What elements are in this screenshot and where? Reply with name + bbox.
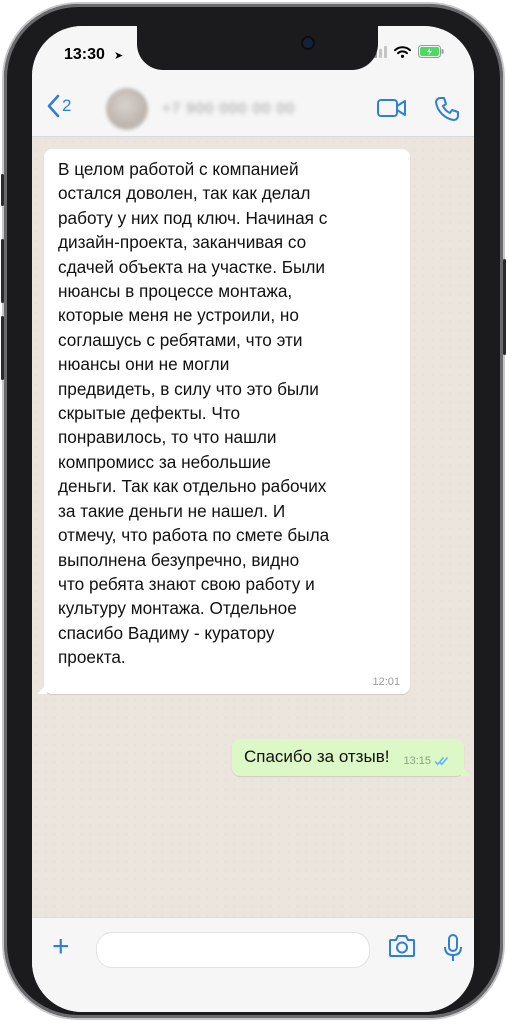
back-chevron-icon: [47, 94, 60, 118]
outgoing-message-text: Спасибо за отзыв!: [244, 747, 390, 766]
incoming-message-time: 12:01: [372, 675, 400, 688]
incoming-message[interactable]: В целом работой с компанией остался дово…: [37, 149, 410, 694]
chat-header: 2 +7 900 000 00 00: [32, 82, 474, 137]
plus-icon[interactable]: +: [52, 932, 70, 962]
chat-area[interactable]: В целом работой с компанией остался дово…: [32, 137, 474, 917]
status-time: 13:30: [64, 46, 105, 63]
battery-icon: [418, 45, 444, 58]
message-input[interactable]: [96, 932, 370, 968]
video-call-icon[interactable]: [376, 96, 408, 120]
outgoing-message-meta: 13:15: [403, 755, 450, 767]
incoming-message-text: В целом работой с компанией остался дово…: [58, 159, 330, 668]
screen: 13:30 ➤ 2 +7 900 000 00 00 В целом работ…: [32, 26, 474, 1012]
front-camera: [303, 38, 313, 48]
avatar[interactable]: [106, 88, 148, 130]
unread-count: 2: [62, 96, 72, 115]
outgoing-message-time: 13:15: [403, 755, 431, 767]
composer-bar: +: [32, 917, 474, 1012]
back-button[interactable]: 2: [46, 94, 71, 118]
contact-name[interactable]: +7 900 000 00 00: [162, 100, 295, 117]
volume-up-button: [1, 239, 4, 303]
wifi-icon: [394, 45, 411, 58]
notch: [137, 26, 378, 70]
double-check-icon: [434, 757, 449, 766]
volume-down-button: [1, 316, 4, 380]
phone-frame: 13:30 ➤ 2 +7 900 000 00 00 В целом работ…: [1, 4, 506, 1018]
location-arrow-icon: ➤: [114, 50, 124, 62]
power-button: [503, 259, 506, 355]
status-icons: [369, 45, 444, 58]
camera-icon[interactable]: [388, 933, 416, 959]
mute-switch: [1, 174, 4, 206]
phone-call-icon[interactable]: [434, 96, 460, 122]
microphone-icon[interactable]: [442, 933, 464, 963]
outgoing-message[interactable]: Спасибо за отзыв! 13:15: [232, 739, 471, 776]
